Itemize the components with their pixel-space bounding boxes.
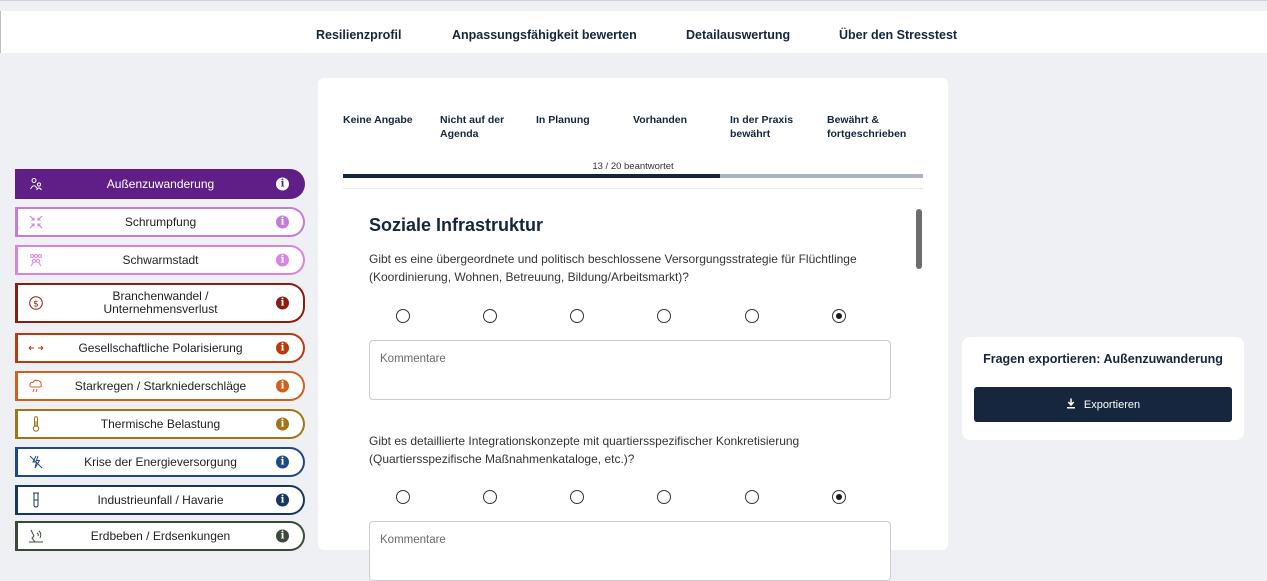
test-tube-icon xyxy=(28,492,44,508)
crowd-icon xyxy=(28,252,44,268)
info-icon[interactable]: i xyxy=(276,529,289,543)
svg-text:$: $ xyxy=(33,300,39,310)
scale-label-bewaehrt-fortgeschrieben: Bewährt & fortgeschrieben xyxy=(827,114,907,140)
section-title: Soziale Infrastruktur xyxy=(369,215,544,235)
people-icon xyxy=(28,176,44,192)
info-icon[interactable]: i xyxy=(276,341,289,355)
top-navigation: Resilienzprofil Anpassungsfähigkeit bewe… xyxy=(0,11,1267,53)
sidebar-item-thermische-belastung[interactable]: Thermische Belastung i xyxy=(15,409,305,439)
export-button[interactable]: Exportieren xyxy=(974,387,1232,422)
nav-anpassungsfaehigkeit-bewerten[interactable]: Anpassungsfähigkeit bewerten xyxy=(452,28,637,42)
scale-label-in-planung: In Planung xyxy=(536,114,590,126)
info-icon[interactable]: i xyxy=(276,253,289,267)
radio-nicht-auf-der-agenda[interactable] xyxy=(483,490,497,504)
export-panel: Fragen exportieren: Außenzuwanderung Exp… xyxy=(962,337,1244,440)
radio-in-der-praxis-bewaehrt[interactable] xyxy=(745,490,759,504)
sidebar-item-label: Branchenwandel / Unternehmensverlust xyxy=(103,289,218,316)
scale-label-vorhanden: Vorhanden xyxy=(633,114,688,126)
info-icon[interactable]: i xyxy=(276,177,289,191)
radio-vorhanden[interactable] xyxy=(657,490,671,504)
sidebar-item-label: Schwarmstadt xyxy=(122,252,199,267)
radio-keine-angabe[interactable] xyxy=(396,309,410,323)
radio-nicht-auf-der-agenda[interactable] xyxy=(483,309,497,323)
nav-resilienzprofil[interactable]: Resilienzprofil xyxy=(316,28,401,42)
sidebar-item-schwarmstadt[interactable]: Schwarmstadt i xyxy=(15,245,305,275)
scrollbar[interactable] xyxy=(916,209,922,269)
sidebar-item-schrumpfung[interactable]: Schrumpfung i xyxy=(15,207,305,237)
info-icon[interactable]: i xyxy=(276,215,289,229)
sidebar-item-label: Außenzuwanderung xyxy=(106,176,215,191)
progress-text: 13 / 20 beantwortet xyxy=(592,161,674,172)
scale-label-in-der-praxis-bewaehrt: In der Praxis bewährt xyxy=(730,114,794,140)
radio-bewaehrt-fortgeschrieben[interactable] xyxy=(832,490,846,504)
shrink-arrows-icon xyxy=(28,214,44,230)
sidebar-item-krise-energieversorgung[interactable]: Krise der Energieversorgung i xyxy=(15,447,305,477)
sidebar-item-label: Schrumpfung xyxy=(124,214,197,229)
sidebar-item-aussenzuwanderung[interactable]: Außenzuwanderung i xyxy=(15,169,305,199)
money-cycle-icon: $ xyxy=(28,295,44,311)
radio-in-planung[interactable] xyxy=(570,309,584,323)
radio-in-der-praxis-bewaehrt[interactable] xyxy=(745,309,759,323)
export-button-label: Exportieren xyxy=(1083,398,1141,411)
sidebar-item-label: Gesellschaftliche Polarisierung xyxy=(78,340,243,355)
radio-keine-angabe[interactable] xyxy=(396,490,410,504)
scale-label-nicht-auf-der-agenda: Nicht auf der Agenda xyxy=(440,114,505,140)
radio-in-planung[interactable] xyxy=(570,490,584,504)
info-icon[interactable]: i xyxy=(276,455,289,469)
sidebar-item-erdbeben[interactable]: Erdbeben / Erdsenkungen i xyxy=(15,521,305,551)
info-icon[interactable]: i xyxy=(276,417,289,431)
sidebar-item-industrieunfall[interactable]: Industrieunfall / Havarie i xyxy=(15,485,305,515)
sidebar-item-starkregen[interactable]: Starkregen / Starkniederschläge i xyxy=(15,371,305,401)
divider xyxy=(343,188,923,189)
left-right-arrows-icon xyxy=(28,340,44,356)
scale-label-keine-angabe: Keine Angabe xyxy=(343,114,413,126)
rain-cloud-icon xyxy=(28,378,44,394)
sidebar-item-label: Erdbeben / Erdsenkungen xyxy=(90,528,231,543)
questionnaire-card: Keine Angabe Nicht auf der Agenda In Pla… xyxy=(318,78,948,581)
nav-ueber-den-stresstest[interactable]: Über den Stresstest xyxy=(839,28,957,42)
nav-detailauswertung[interactable]: Detailauswertung xyxy=(686,28,790,42)
question-text: Gibt es eine übergeordnete und politisch… xyxy=(369,252,857,284)
sidebar-item-label: Industrieunfall / Havarie xyxy=(97,492,224,507)
info-icon[interactable]: i xyxy=(276,296,289,310)
thermometer-icon xyxy=(28,416,44,432)
sidebar-item-label: Thermische Belastung xyxy=(100,416,221,431)
info-icon[interactable]: i xyxy=(276,493,289,507)
sidebar-item-branchenwandel[interactable]: $ Branchenwandel / Unternehmensverlust i xyxy=(15,283,305,323)
info-icon[interactable]: i xyxy=(276,379,289,393)
progress-bar xyxy=(343,174,923,178)
power-outage-icon xyxy=(28,454,44,470)
export-title: Fragen exportieren: Außenzuwanderung xyxy=(983,352,1223,366)
earthquake-icon xyxy=(28,528,44,544)
window-top-border xyxy=(0,0,1267,1)
question-text: Gibt es detaillierte Integrationskonzept… xyxy=(369,434,800,466)
comment-field[interactable] xyxy=(369,521,891,581)
comment-field[interactable] xyxy=(369,340,891,400)
sidebar-item-label: Starkregen / Starkniederschläge xyxy=(74,378,247,393)
progress-bar-fill xyxy=(343,174,720,178)
sidebar-item-label: Krise der Energieversorgung xyxy=(84,454,237,469)
radio-bewaehrt-fortgeschrieben[interactable] xyxy=(832,309,846,323)
radio-vorhanden[interactable] xyxy=(657,309,671,323)
download-icon xyxy=(1066,398,1076,412)
sidebar-item-gesellschaftliche-polarisierung[interactable]: Gesellschaftliche Polarisierung i xyxy=(15,333,305,363)
